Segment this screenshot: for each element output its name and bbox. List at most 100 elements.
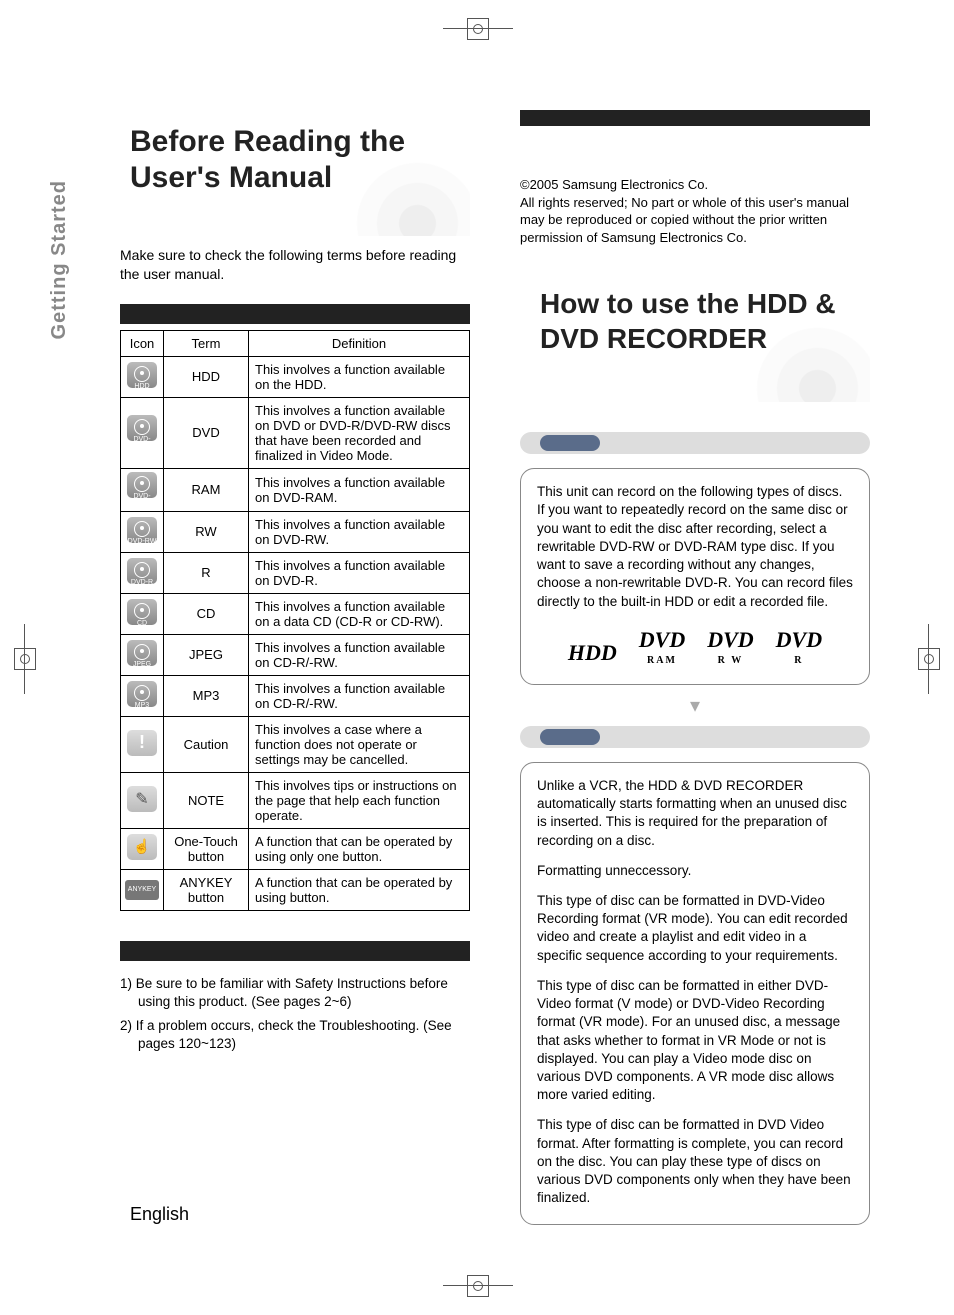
dvd-r-logo: DVDR [776, 625, 822, 668]
icon-cell [121, 716, 164, 772]
right-title-wrap: How to use the HDD & DVD RECORDER [520, 266, 870, 402]
definition-cell: This involves a function available on a … [249, 593, 470, 634]
term-cell: R [164, 552, 249, 593]
icon-cell: HDD [121, 356, 164, 397]
disc-types-box: This unit can record on the following ty… [520, 468, 870, 685]
table-row: CautionThis involves a case where a func… [121, 716, 470, 772]
right-column: ©2005 Samsung Electronics Co. All rights… [520, 110, 870, 1225]
dvd-ram-logo: DVDRAM [639, 625, 685, 668]
disc-icon: DVD-RW [127, 517, 157, 543]
caution-icon [127, 730, 157, 756]
disc-icon: MP3 [127, 681, 157, 707]
one-touch-icon [127, 834, 157, 860]
table-row: DVD-RW RWThis involves a function availab… [121, 511, 470, 552]
left-title: Before Reading the User's Manual [130, 124, 460, 196]
th-term: Term [164, 330, 249, 356]
formatting-p4: This type of disc can be formatted in ei… [537, 977, 853, 1105]
left-title-wrap: Before Reading the User's Manual [120, 110, 470, 236]
left-column: Before Reading the User's Manual Make su… [120, 110, 470, 1225]
table-row: JPEGJPEGThis involves a function availab… [121, 634, 470, 675]
table-row: DVD-RAM RAMThis involves a function avail… [121, 468, 470, 511]
terms-table: Icon Term Definition HDDHDDThis involves… [120, 330, 470, 911]
table-row: DVD-R RThis involves a function available… [121, 552, 470, 593]
definition-cell: This involves a function available on CD… [249, 634, 470, 675]
definition-cell: This involves a function available on th… [249, 356, 470, 397]
formatting-p3: This type of disc can be formatted in DV… [537, 892, 853, 965]
formatting-p1: Unlike a VCR, the HDD & DVD RECORDER aut… [537, 777, 853, 850]
hdd-logo: HDD [568, 638, 617, 668]
left-intro: Make sure to check the following terms b… [120, 246, 470, 284]
right-title: How to use the HDD & DVD RECORDER [530, 280, 860, 362]
arrow-down-icon: ▾ [520, 693, 870, 718]
disc-icon: JPEG [127, 640, 157, 666]
registration-mark-right [918, 648, 940, 670]
icon-cell [121, 772, 164, 828]
registration-mark-left [14, 648, 36, 670]
term-cell: JPEG [164, 634, 249, 675]
term-cell: MP3 [164, 675, 249, 716]
term-cell: CD [164, 593, 249, 634]
side-tab: Getting Started [48, 180, 71, 339]
notes-list: 1) Be sure to be familiar with Safety In… [120, 975, 470, 1054]
th-definition: Definition [249, 330, 470, 356]
definition-cell: This involves a function available on DV… [249, 511, 470, 552]
section-pill-2 [520, 726, 870, 748]
table-heading-bar [120, 304, 470, 324]
disc-icon: DVD-RAM [127, 472, 157, 498]
definition-cell: This involves a function available on DV… [249, 552, 470, 593]
table-row: One-Touch buttonA function that can be o… [121, 828, 470, 869]
definition-cell: This involves a function available on DV… [249, 468, 470, 511]
term-cell: DVD [164, 397, 249, 468]
icon-cell: CD [121, 593, 164, 634]
note-icon [127, 786, 157, 812]
formatting-p2: Formatting unneccessory. [537, 862, 853, 880]
disc-types-text: This unit can record on the following ty… [537, 483, 853, 611]
section-pill-1 [520, 432, 870, 454]
definition-cell: This involves a function available on DV… [249, 397, 470, 468]
copyright-text: ©2005 Samsung Electronics Co. All rights… [520, 176, 870, 246]
disc-icon: DVD-R [127, 558, 157, 584]
anykey-icon: ANYKEY [125, 880, 159, 900]
icon-cell: DVD-RW [121, 511, 164, 552]
table-row: NOTEThis involves tips or instructions o… [121, 772, 470, 828]
list-item: 1) Be sure to be familiar with Safety In… [120, 975, 470, 1011]
registration-mark-top [467, 18, 489, 40]
term-cell: One-Touch button [164, 828, 249, 869]
disc-icon: DVD-VIDEO [127, 415, 157, 441]
table-row: MP3MP3This involves a function available… [121, 675, 470, 716]
manual-page: Getting Started Before Reading the User'… [0, 0, 954, 1315]
disc-logo-row: HDD DVDRAM DVDR W DVDR [537, 625, 853, 668]
notes-heading-bar [120, 941, 470, 961]
definition-cell: This involves tips or instructions on th… [249, 772, 470, 828]
table-row: HDDHDDThis involves a function available… [121, 356, 470, 397]
icon-cell: DVD-R [121, 552, 164, 593]
formatting-box: Unlike a VCR, the HDD & DVD RECORDER aut… [520, 762, 870, 1225]
term-cell: HDD [164, 356, 249, 397]
formatting-p5: This type of disc can be formatted in DV… [537, 1116, 853, 1207]
icon-cell: DVD-RAM [121, 468, 164, 511]
definition-cell: A function that can be operated by using… [249, 828, 470, 869]
th-icon: Icon [121, 330, 164, 356]
icon-cell: DVD-VIDEO [121, 397, 164, 468]
icon-cell: JPEG [121, 634, 164, 675]
table-row: CDCDThis involves a function available o… [121, 593, 470, 634]
table-row: ANYKEYANYKEY buttonA function that can b… [121, 869, 470, 910]
definition-cell: A function that can be operated by using… [249, 869, 470, 910]
table-row: DVD-VIDEO DVDThis involves a function ava… [121, 397, 470, 468]
dvd-rw-logo: DVDR W [707, 625, 753, 668]
definition-cell: This involves a case where a function do… [249, 716, 470, 772]
disc-icon: CD [127, 599, 157, 625]
term-cell: ANYKEY button [164, 869, 249, 910]
term-cell: NOTE [164, 772, 249, 828]
term-cell: RW [164, 511, 249, 552]
page-language-footer: English [130, 1204, 189, 1225]
right-top-bar [520, 110, 870, 126]
term-cell: Caution [164, 716, 249, 772]
list-item: 2) If a problem occurs, check the Troubl… [120, 1017, 470, 1053]
icon-cell: MP3 [121, 675, 164, 716]
term-cell: RAM [164, 468, 249, 511]
icon-cell [121, 828, 164, 869]
definition-cell: This involves a function available on CD… [249, 675, 470, 716]
disc-icon: HDD [127, 362, 157, 388]
registration-mark-bottom [467, 1275, 489, 1297]
